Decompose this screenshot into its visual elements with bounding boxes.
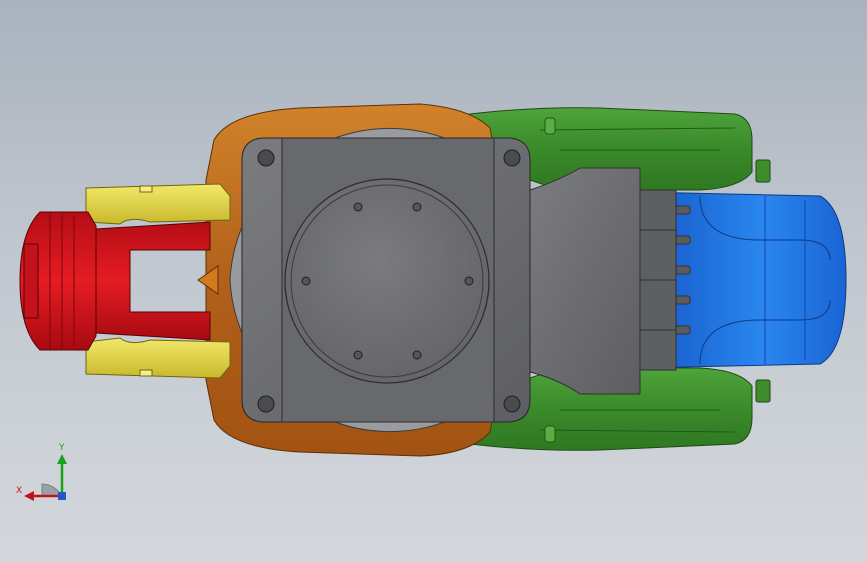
wrist-body bbox=[79, 221, 211, 341]
upper-arm-tab-bottom bbox=[755, 379, 771, 403]
axis-triad: X Y bbox=[14, 440, 76, 506]
motor-adapter bbox=[529, 167, 641, 395]
upper-arm-tab-top bbox=[755, 159, 771, 183]
x-axis-label: X bbox=[16, 486, 23, 496]
cad-viewport[interactable]: X Y bbox=[0, 0, 867, 562]
turntable-disc bbox=[284, 178, 490, 384]
y-axis-label: Y bbox=[59, 443, 65, 453]
fork-bottom bbox=[85, 337, 231, 379]
robot-arm-model[interactable] bbox=[0, 0, 867, 562]
triad-arrows bbox=[24, 454, 67, 501]
fork-top bbox=[85, 183, 231, 225]
